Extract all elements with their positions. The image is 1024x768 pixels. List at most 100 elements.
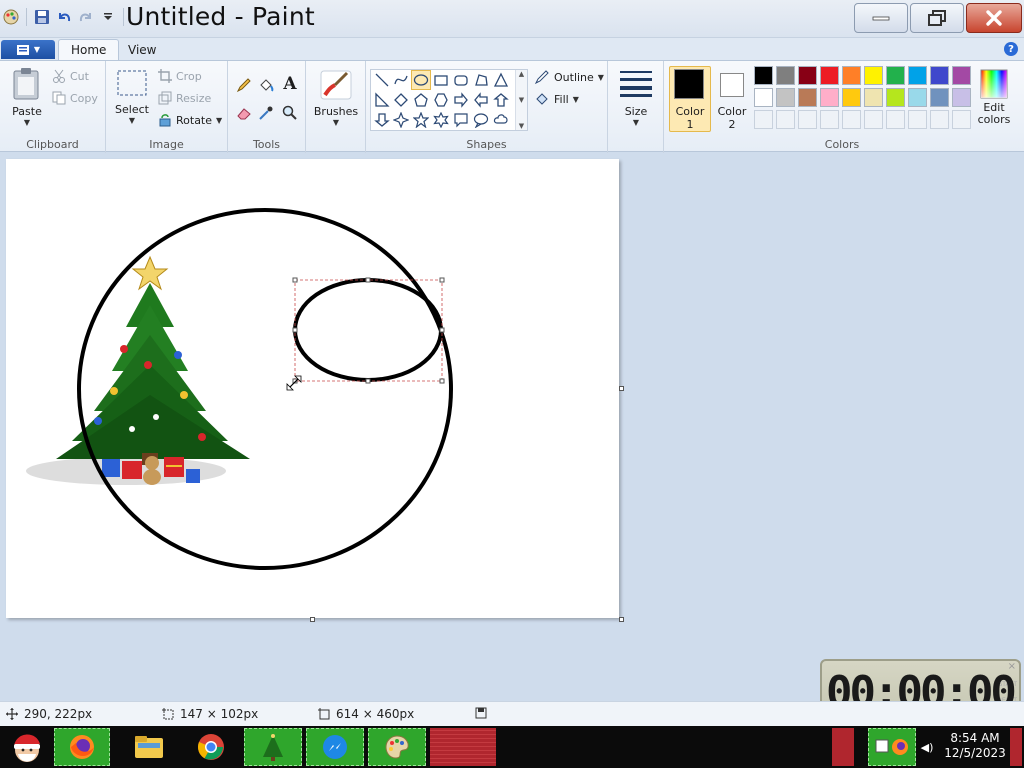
shape-four-point-star[interactable] [391, 110, 411, 130]
shape-diamond[interactable] [391, 90, 411, 110]
color2-swatch[interactable] [720, 73, 744, 97]
restore-button[interactable] [910, 3, 964, 33]
fill-tool[interactable] [256, 75, 276, 95]
canvas-drawing[interactable] [6, 159, 619, 618]
color2-caption[interactable]: Color 2 [712, 105, 752, 131]
start-button[interactable] [4, 728, 50, 766]
outline-button[interactable]: Outline ▼ [534, 69, 604, 85]
rotate-button[interactable]: Rotate ▼ [158, 113, 222, 127]
customize-qat-icon[interactable] [99, 8, 117, 26]
shape-five-point-star[interactable] [411, 110, 431, 130]
resize-button[interactable]: Resize [158, 91, 211, 105]
volume-icon[interactable]: ◀) [918, 728, 936, 766]
paint-app-icon[interactable] [2, 8, 20, 26]
taskbar-file-explorer[interactable] [130, 728, 168, 766]
shape-line[interactable] [372, 70, 392, 90]
shape-right-arrow[interactable] [451, 90, 471, 110]
palette-swatch[interactable] [754, 88, 773, 107]
copy-button[interactable]: Copy [52, 91, 98, 105]
text-tool[interactable]: A [280, 74, 300, 94]
palette-swatch-empty[interactable] [820, 110, 839, 129]
close-button[interactable] [966, 3, 1022, 33]
palette-swatch-empty[interactable] [754, 110, 773, 129]
palette-swatch-empty[interactable] [886, 110, 905, 129]
shape-six-point-star[interactable] [431, 110, 451, 130]
shape-up-arrow[interactable] [491, 90, 511, 110]
tab-home[interactable]: Home [58, 39, 120, 60]
shapes-gallery-scroll[interactable]: ▲ ▼ ▼ [515, 70, 527, 130]
shape-curve[interactable] [391, 70, 411, 90]
cut-button[interactable]: Cut [52, 69, 89, 83]
drawing-canvas[interactable] [6, 159, 619, 618]
palette-swatch[interactable] [842, 66, 861, 85]
tab-view[interactable]: View [116, 39, 168, 60]
save-icon[interactable] [33, 8, 51, 26]
palette-swatch[interactable] [908, 88, 927, 107]
shape-triangle[interactable] [491, 70, 511, 90]
edit-colors-button[interactable]: Edit colors [974, 69, 1014, 126]
palette-swatch[interactable] [930, 88, 949, 107]
redo-icon[interactable] [77, 8, 95, 26]
palette-swatch-empty[interactable] [952, 110, 971, 129]
palette-swatch[interactable] [820, 88, 839, 107]
canvas-resize-handle-right[interactable] [619, 386, 624, 391]
show-desktop-button[interactable] [1010, 728, 1022, 766]
palette-swatch[interactable] [842, 88, 861, 107]
system-clock[interactable]: 8:54 AM 12/5/2023 [940, 731, 1010, 761]
gallery-expand-icon[interactable]: ▼ [519, 122, 524, 130]
shape-oval-callout[interactable] [471, 110, 491, 130]
shape-rounded-rectangle[interactable] [451, 70, 471, 90]
pencil-tool[interactable] [234, 75, 254, 95]
help-icon[interactable]: ? [1004, 42, 1018, 56]
palette-swatch[interactable] [820, 66, 839, 85]
shape-down-arrow[interactable] [372, 110, 392, 130]
palette-swatch[interactable] [864, 88, 883, 107]
canvas-resize-handle-corner[interactable] [619, 617, 624, 622]
palette-swatch[interactable] [930, 66, 949, 85]
tray-red-icon[interactable] [832, 728, 854, 766]
magnifier-tool[interactable] [280, 103, 300, 123]
shape-polygon[interactable] [471, 70, 491, 90]
shape-hexagon[interactable] [431, 90, 451, 110]
palette-swatch[interactable] [908, 66, 927, 85]
palette-swatch-empty[interactable] [798, 110, 817, 129]
palette-swatch[interactable] [776, 66, 795, 85]
taskbar-messenger[interactable] [306, 728, 364, 766]
size-button[interactable]: Size ▼ [618, 69, 654, 127]
file-menu-button[interactable]: ▼ [1, 40, 55, 59]
palette-swatch[interactable] [754, 66, 773, 85]
palette-swatch[interactable] [886, 66, 905, 85]
fill-button[interactable]: Fill ▼ [534, 91, 579, 107]
chevron-down-icon[interactable]: ▼ [519, 96, 524, 104]
chevron-up-icon[interactable]: ▲ [519, 70, 524, 78]
shape-right-triangle[interactable] [372, 90, 392, 110]
shape-rect-callout[interactable] [451, 110, 471, 130]
color-picker-tool[interactable] [256, 103, 276, 123]
palette-swatch[interactable] [886, 88, 905, 107]
shape-cloud-callout[interactable] [491, 110, 511, 130]
palette-swatch[interactable] [798, 88, 817, 107]
canvas-resize-handle-bottom[interactable] [310, 617, 315, 622]
palette-swatch[interactable] [864, 66, 883, 85]
undo-icon[interactable] [55, 8, 73, 26]
tray-apps[interactable] [868, 728, 916, 766]
eraser-tool[interactable] [234, 103, 254, 123]
shape-left-arrow[interactable] [471, 90, 491, 110]
palette-swatch-empty[interactable] [908, 110, 927, 129]
palette-swatch-empty[interactable] [930, 110, 949, 129]
palette-swatch-empty[interactable] [864, 110, 883, 129]
paste-button[interactable]: Paste ▼ [8, 67, 46, 127]
color1-swatch[interactable] [674, 69, 704, 99]
palette-swatch[interactable] [952, 88, 971, 107]
select-button[interactable]: Select ▼ [112, 69, 152, 125]
brushes-button[interactable]: Brushes ▼ [314, 69, 358, 127]
minimize-button[interactable] [854, 3, 908, 33]
palette-swatch[interactable] [776, 88, 795, 107]
taskbar-chrome[interactable] [192, 728, 230, 766]
palette-swatch[interactable] [798, 66, 817, 85]
palette-swatch[interactable] [952, 66, 971, 85]
shape-rectangle[interactable] [431, 70, 451, 90]
taskbar-paint[interactable] [368, 728, 426, 766]
shape-pentagon[interactable] [411, 90, 431, 110]
taskbar-christmas-tree-app[interactable] [244, 728, 302, 766]
